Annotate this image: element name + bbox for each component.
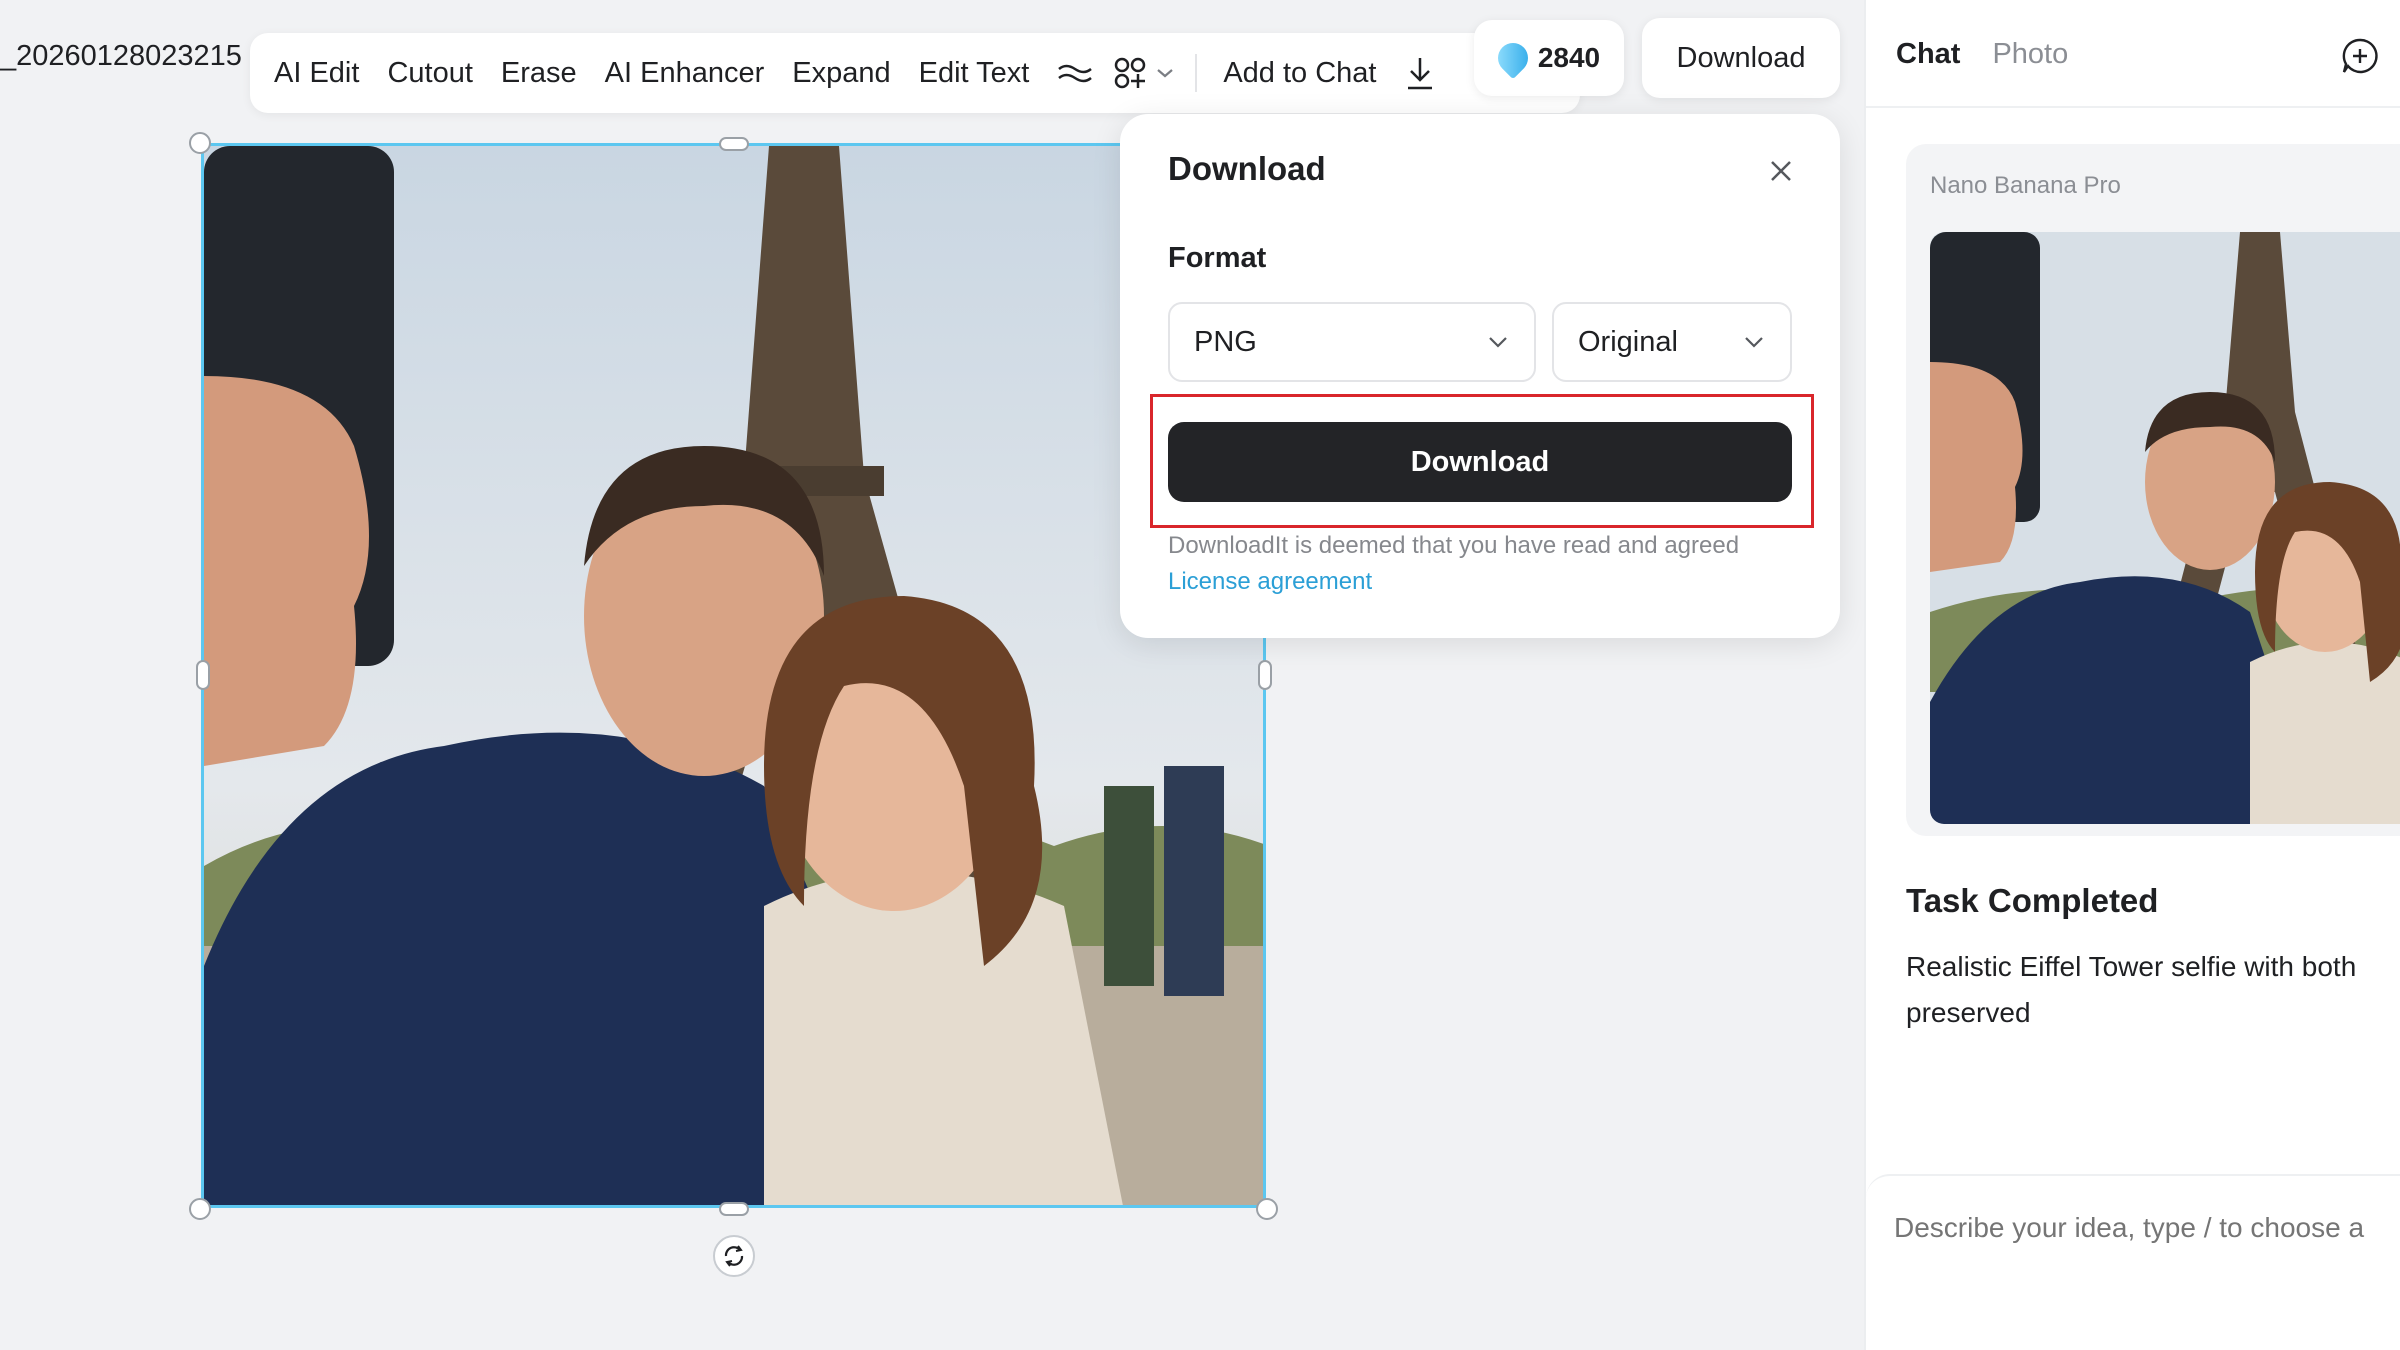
chat-input[interactable] bbox=[1894, 1212, 2400, 1244]
size-value: Original bbox=[1578, 325, 1678, 358]
canvas-image[interactable] bbox=[201, 143, 1266, 1208]
rotate-handle[interactable] bbox=[713, 1235, 755, 1277]
download-button[interactable]: Download bbox=[1168, 422, 1792, 502]
license-agreement-link[interactable]: License agreement bbox=[1168, 564, 1739, 600]
chat-input-area[interactable] bbox=[1866, 1174, 2400, 1350]
ai-enhancer-button[interactable]: AI Enhancer bbox=[605, 57, 765, 90]
agreement-text: DownloadIt is deemed that you have read … bbox=[1168, 532, 1740, 559]
ai-edit-button[interactable]: AI Edit bbox=[274, 57, 359, 90]
header-download-button[interactable]: Download bbox=[1642, 18, 1840, 98]
new-chat-icon[interactable] bbox=[2340, 36, 2380, 76]
chevron-down-icon bbox=[1489, 337, 1507, 348]
apps-icon[interactable] bbox=[1113, 56, 1147, 90]
expand-button[interactable]: Expand bbox=[792, 57, 890, 90]
result-card[interactable]: Nano Banana Pro bbox=[1906, 144, 2400, 836]
agreement-note: DownloadIt is deemed that you have read … bbox=[1168, 528, 1739, 600]
resize-handle-bottom[interactable] bbox=[719, 1202, 749, 1216]
rotate-icon bbox=[724, 1245, 744, 1267]
erase-button[interactable]: Erase bbox=[501, 57, 577, 90]
add-to-chat-button[interactable]: Add to Chat bbox=[1223, 57, 1376, 90]
chevron-down-icon bbox=[1745, 337, 1763, 348]
download-popup: Download Format PNG Original Download Do… bbox=[1120, 114, 1840, 638]
close-icon[interactable] bbox=[1764, 154, 1798, 188]
wave-adjust-icon[interactable] bbox=[1057, 58, 1093, 88]
resize-handle-top[interactable] bbox=[719, 137, 749, 151]
chevron-down-icon[interactable] bbox=[1155, 66, 1175, 80]
resize-handle-right[interactable] bbox=[1258, 660, 1272, 690]
result-thumbnail[interactable] bbox=[1930, 232, 2400, 824]
download-arrow-icon[interactable] bbox=[1404, 54, 1436, 92]
edit-text-button[interactable]: Edit Text bbox=[919, 57, 1030, 90]
selfie-photo bbox=[204, 146, 1263, 1205]
popup-title: Download bbox=[1168, 150, 1326, 187]
tab-photo[interactable]: Photo bbox=[1992, 38, 2068, 71]
cutout-button[interactable]: Cutout bbox=[387, 57, 472, 90]
format-label: Format bbox=[1168, 242, 1267, 274]
toolbar-divider bbox=[1195, 54, 1198, 92]
resize-handle-bottom-right[interactable] bbox=[1256, 1198, 1278, 1220]
tab-chat[interactable]: Chat bbox=[1896, 38, 1960, 71]
format-select[interactable]: PNG bbox=[1168, 302, 1536, 382]
panel-tabs: Chat Photo bbox=[1896, 38, 2068, 71]
task-description: Realistic Eiffel Tower selfie with both … bbox=[1906, 951, 2357, 1028]
selfie-thumbnail-photo bbox=[1930, 232, 2400, 824]
chat-panel: Chat Photo Nano Banana Pro Task Complete… bbox=[1864, 0, 2400, 1350]
credit-drop-icon bbox=[1491, 36, 1535, 80]
panel-divider bbox=[1866, 106, 2400, 108]
resize-handle-top-left[interactable] bbox=[189, 132, 211, 154]
task-title: Task Completed bbox=[1906, 882, 2159, 919]
format-value: PNG bbox=[1194, 325, 1257, 358]
credits-badge[interactable]: 2840 bbox=[1474, 20, 1624, 96]
file-name: _20260128023215 bbox=[0, 40, 242, 72]
edit-toolbar: AI Edit Cutout Erase AI Enhancer Expand … bbox=[250, 33, 1580, 113]
resize-handle-bottom-left[interactable] bbox=[189, 1198, 211, 1220]
resize-handle-left[interactable] bbox=[196, 660, 210, 690]
model-name: Nano Banana Pro bbox=[1930, 172, 2121, 199]
credits-count: 2840 bbox=[1537, 42, 1601, 73]
size-select[interactable]: Original bbox=[1552, 302, 1792, 382]
